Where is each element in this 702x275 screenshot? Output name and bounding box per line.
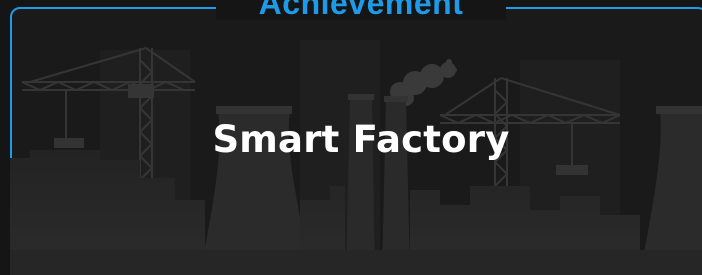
achievement-badge: Achievement — [216, 0, 506, 20]
achievement-card: Achievement Smart Factory — [0, 0, 702, 275]
badge-label: Achievement — [258, 0, 464, 21]
card-title: Smart Factory — [212, 118, 510, 161]
